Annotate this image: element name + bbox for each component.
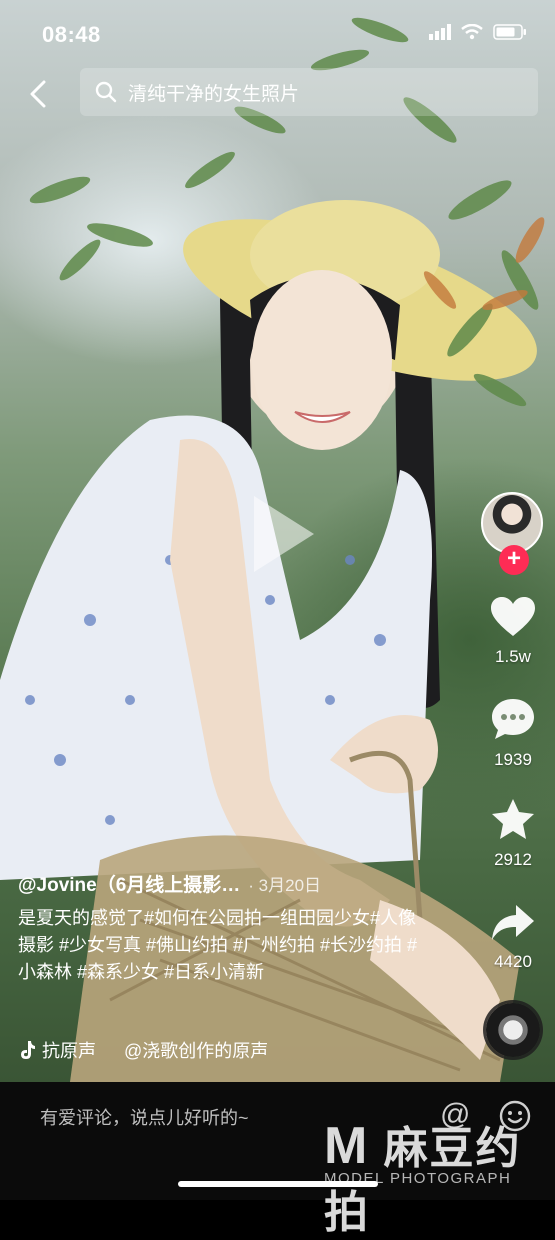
comment-bar: 有爱评论，说点儿好听的~ @ M 麻豆约拍 MODEL PHOTOGRAPH xyxy=(0,1082,555,1237)
watermark: M 麻豆约拍 MODEL PHOTOGRAPH xyxy=(322,1112,552,1237)
search-input[interactable]: 清纯干净的女生照片 xyxy=(80,68,538,116)
favorite-button[interactable]: 2912 xyxy=(473,797,553,870)
status-icons xyxy=(429,24,527,40)
comment-button[interactable]: 1939 xyxy=(473,697,553,770)
share-icon xyxy=(492,905,534,940)
signal-icon xyxy=(429,24,451,40)
follow-button[interactable]: + xyxy=(499,545,529,575)
comment-icon xyxy=(492,699,534,739)
heart-icon xyxy=(491,597,535,636)
post-date: · 3月20日 xyxy=(248,876,322,895)
wifi-icon xyxy=(461,24,483,40)
author-name[interactable]: @Jovine（6月线上摄影… · 3月20日 xyxy=(18,870,418,897)
favorite-count: 2912 xyxy=(494,850,532,869)
music-disc[interactable] xyxy=(486,1003,540,1057)
battery-icon xyxy=(493,24,526,40)
like-count: 1.5w xyxy=(495,647,531,666)
share-button[interactable]: 4420 xyxy=(473,903,553,972)
play-icon[interactable] xyxy=(248,492,318,576)
search-query: 清纯干净的女生照片 xyxy=(128,84,300,105)
chevron-left-icon xyxy=(30,80,46,108)
tiktok-note-icon xyxy=(21,1041,35,1059)
star-icon xyxy=(492,799,534,839)
music-title-left: 抗原声 xyxy=(42,1041,96,1061)
like-button[interactable]: 1.5w xyxy=(473,596,553,667)
share-count: 4420 xyxy=(494,952,532,971)
back-button[interactable] xyxy=(20,76,56,112)
video-caption: @Jovine（6月线上摄影… · 3月20日 是夏天的感觉了#如何在公园拍一组田… xyxy=(18,870,418,986)
music-title-right: @浇歌创作的原声 xyxy=(124,1041,269,1061)
status-bar: 08:48 xyxy=(0,0,555,70)
search-icon xyxy=(95,81,117,103)
music-info[interactable]: 抗原声 @浇歌创作的原声 xyxy=(18,1037,268,1063)
home-indicator xyxy=(178,1181,378,1187)
author-handle[interactable]: @Jovine（6月线上摄影… xyxy=(18,875,240,896)
search-header: 清纯干净的女生照片 xyxy=(0,68,555,118)
comment-count: 1939 xyxy=(494,750,532,769)
status-time: 08:48 xyxy=(42,22,101,47)
comment-input[interactable]: 有爱评论，说点儿好听的~ xyxy=(40,1104,249,1130)
video-description[interactable]: 是夏天的感觉了#如何在公园拍一组田园少女#人像摄影 #少女写真 #佛山约拍 #广… xyxy=(18,905,418,986)
